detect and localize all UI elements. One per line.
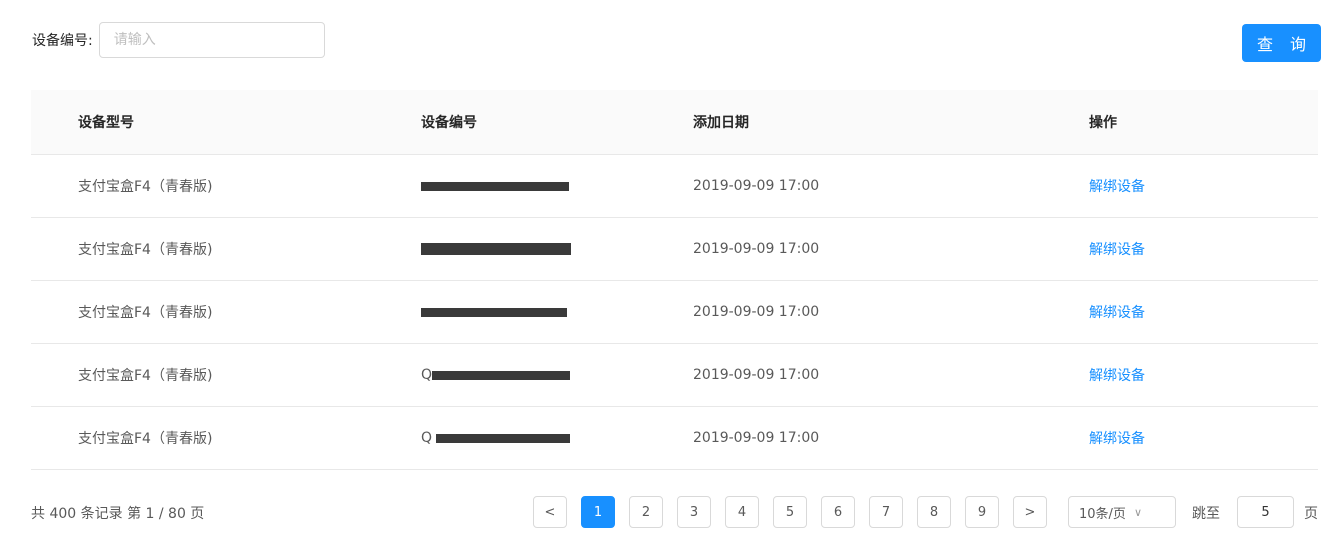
table-row: 支付宝盒F4（青春版) 2019-09-09 17:00 解绑设备 [31, 281, 1318, 344]
unbind-device-link[interactable]: 解绑设备 [1089, 239, 1145, 259]
search-bar: 设备编号: [32, 21, 325, 59]
device-table: 设备型号 设备编号 添加日期 操作 支付宝盒F4（青春版) 2019-09-09… [31, 90, 1318, 470]
header-device-number: 设备编号 [421, 115, 477, 131]
table-row: 支付宝盒F4（青春版) 2019-09-09 17:00 解绑设备 [31, 155, 1318, 218]
table-header: 设备型号 设备编号 添加日期 操作 [31, 90, 1318, 155]
page-button-6[interactable]: 6 [821, 496, 855, 528]
table-row: 支付宝盒F4（青春版) 2019-09-09 17:00 解绑设备 [31, 218, 1318, 281]
serial-text: Q [421, 430, 433, 446]
add-date-cell: 2019-09-09 17:00 [693, 367, 820, 383]
device-number-cell [421, 307, 567, 317]
device-model-cell: 支付宝盒F4（青春版) [78, 305, 213, 321]
add-date-cell: 2019-09-09 17:00 [693, 241, 820, 257]
redaction-bar [421, 181, 569, 191]
unbind-device-link[interactable]: 解绑设备 [1089, 365, 1145, 385]
device-number-cell: Q [421, 430, 571, 446]
header-operation: 操作 [1089, 115, 1117, 131]
add-date-cell: 2019-09-09 17:00 [693, 178, 820, 194]
device-number-input[interactable] [98, 22, 325, 58]
table-row: 支付宝盒F4（青春版) Q 2019-09-09 17:00 解绑设备 [31, 407, 1318, 470]
chevron-left-icon: < [544, 504, 556, 520]
pagination-summary: 共 400 条记录 第 1 / 80 页 [31, 506, 205, 522]
device-model-cell: 支付宝盒F4（青春版) [78, 179, 213, 195]
add-date-cell: 2019-09-09 17:00 [693, 304, 820, 320]
page-size-value: 10条/页 [1079, 506, 1126, 522]
chevron-right-icon: > [1024, 504, 1036, 520]
page-button-8[interactable]: 8 [917, 496, 951, 528]
redaction-bar [421, 307, 567, 317]
page-button-2[interactable]: 2 [629, 496, 663, 528]
prev-page-button[interactable]: < [533, 496, 567, 528]
page-button-1[interactable]: 1 [581, 496, 615, 528]
device-number-cell: Q [421, 367, 571, 383]
page-button-5[interactable]: 5 [773, 496, 807, 528]
unbind-device-link[interactable]: 解绑设备 [1089, 176, 1145, 196]
redaction-bar [432, 370, 571, 380]
device-model-cell: 支付宝盒F4（青春版) [78, 368, 213, 384]
page-button-7[interactable]: 7 [869, 496, 903, 528]
pagination: < 1 2 3 4 5 6 7 8 9 > [533, 496, 1061, 528]
add-date-cell: 2019-09-09 17:00 [693, 430, 820, 446]
next-page-button[interactable]: > [1013, 496, 1047, 528]
device-number-cell [421, 243, 571, 255]
device-model-cell: 支付宝盒F4（青春版) [78, 242, 213, 258]
chevron-down-icon: ∨ [1133, 505, 1142, 519]
query-button[interactable]: 查 询 [1242, 24, 1321, 62]
jump-page-input[interactable] [1237, 496, 1294, 528]
page-button-4[interactable]: 4 [725, 496, 759, 528]
page-unit-label: 页 [1304, 506, 1318, 522]
serial-text: Q [421, 367, 433, 383]
unbind-device-link[interactable]: 解绑设备 [1089, 428, 1145, 448]
redaction-bar [421, 243, 571, 255]
device-model-cell: 支付宝盒F4（青春版) [78, 431, 213, 447]
header-add-date: 添加日期 [693, 115, 749, 131]
redaction-bar [436, 433, 571, 443]
device-number-label: 设备编号: [32, 33, 93, 49]
unbind-device-link[interactable]: 解绑设备 [1089, 302, 1145, 322]
page-button-9[interactable]: 9 [965, 496, 999, 528]
jump-to-label: 跳至 [1192, 506, 1220, 522]
table-row: 支付宝盒F4（青春版) Q 2019-09-09 17:00 解绑设备 [31, 344, 1318, 407]
device-number-cell [421, 181, 569, 191]
page-button-3[interactable]: 3 [677, 496, 711, 528]
page-size-select[interactable]: 10条/页 ∨ [1068, 496, 1176, 528]
header-device-model: 设备型号 [78, 115, 134, 131]
